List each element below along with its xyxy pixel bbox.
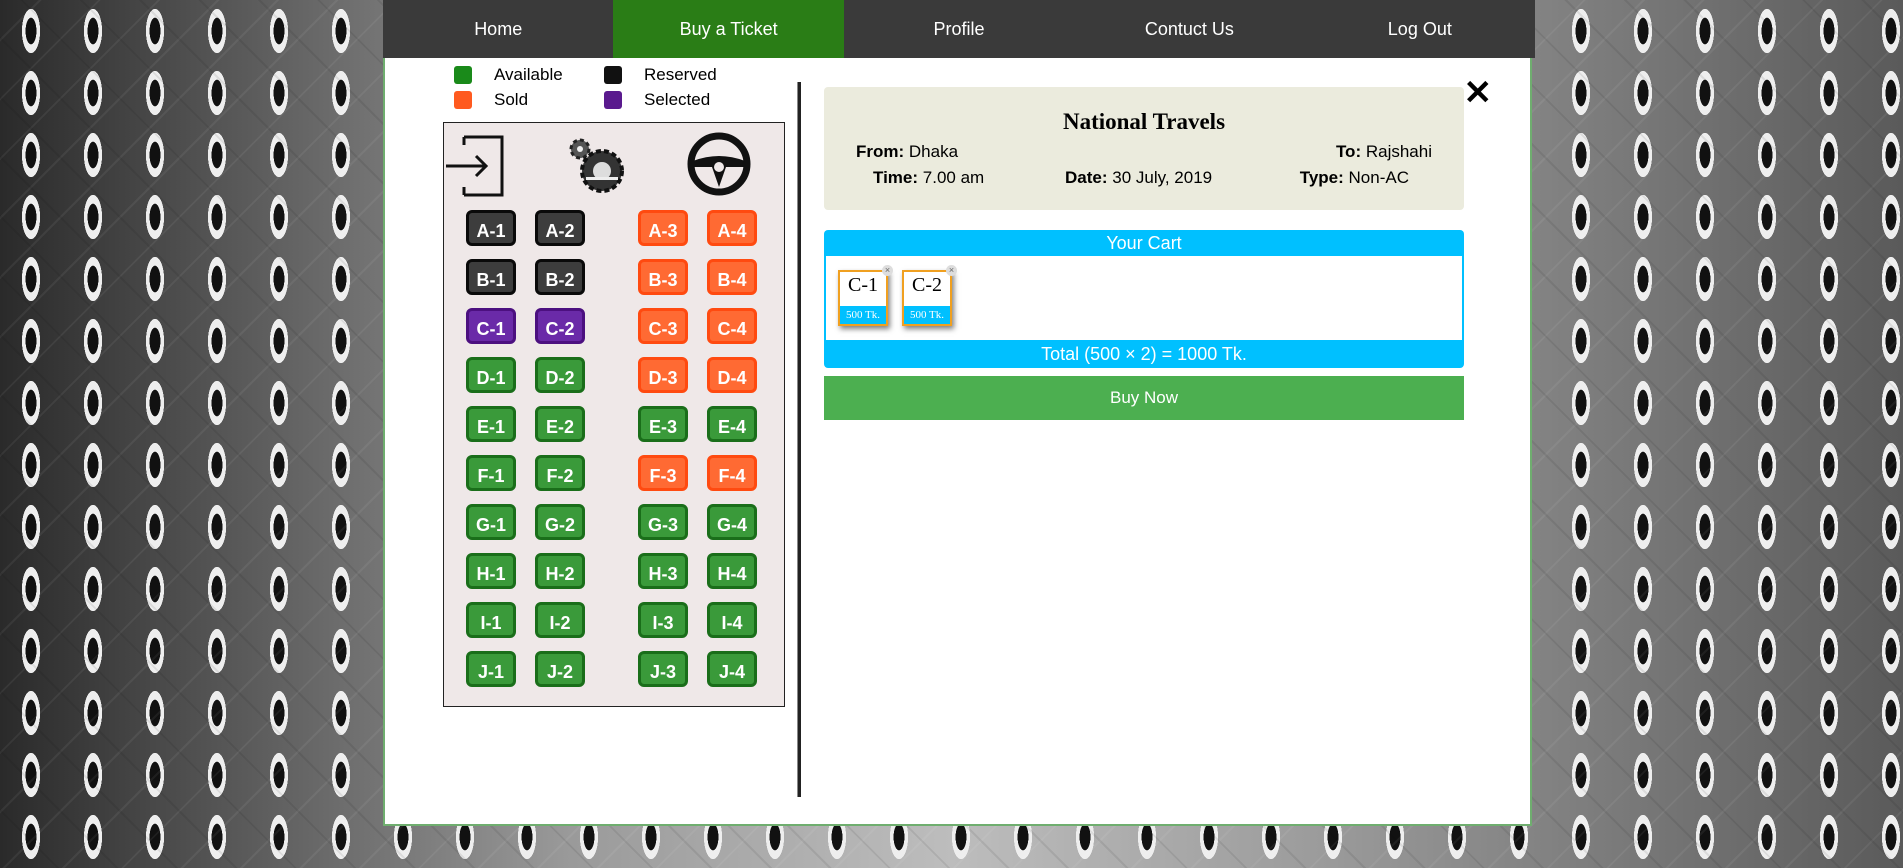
trip-type-value: Non-AC	[1348, 168, 1409, 187]
seat-c-2[interactable]: C-2	[535, 308, 585, 344]
legend-reserved-label: Reserved	[644, 64, 717, 84]
nav-profile[interactable]: Profile	[844, 0, 1074, 58]
cart: Your Cart C-1 500 Tk. × C-2 500 Tk. × To…	[824, 230, 1464, 368]
bus-front-icons	[444, 129, 784, 199]
legend-selected-swatch	[604, 90, 622, 109]
seat-a-2[interactable]: A-2	[535, 210, 585, 246]
legend-sold-label: Sold	[494, 89, 529, 109]
seat-j-2[interactable]: J-2	[535, 651, 585, 687]
cart-ticket-price: 500 Tk.	[904, 306, 950, 324]
seat-d-4[interactable]: D-4	[707, 357, 757, 393]
seat-j-4[interactable]: J-4	[707, 651, 757, 687]
seat-a-3[interactable]: A-3	[638, 210, 688, 246]
legend-selected-label: Selected	[644, 89, 711, 109]
trip-info: National Travels From: Dhaka To: Rajshah…	[824, 87, 1464, 210]
cart-ticket[interactable]: C-1 500 Tk. ×	[838, 265, 893, 326]
seat-b-2[interactable]: B-2	[535, 259, 585, 295]
trip-from-value: Dhaka	[908, 142, 959, 161]
cart-ticket-price: 500 Tk.	[840, 306, 886, 324]
seat-h-3[interactable]: H-3	[638, 553, 688, 589]
operator-title: National Travels	[1062, 109, 1226, 134]
trip-from: From: Dhaka	[856, 142, 959, 161]
engine-gear-icon	[569, 138, 624, 193]
trip-to: To: Rajshahi	[1335, 142, 1432, 161]
seat-c-3[interactable]: C-3	[638, 308, 688, 344]
seat-f-3[interactable]: F-3	[638, 455, 688, 491]
seat-g-2[interactable]: G-2	[535, 504, 585, 540]
seat-b-4[interactable]: B-4	[707, 259, 757, 295]
seat-h-1[interactable]: H-1	[466, 553, 516, 589]
buy-now-button[interactable]: Buy Now	[824, 376, 1464, 420]
seat-d-1[interactable]: D-1	[466, 357, 516, 393]
seat-e-3[interactable]: E-3	[638, 406, 688, 442]
cart-total: Total (500 × 2) = 1000 Tk.	[1041, 344, 1247, 364]
seat-e-2[interactable]: E-2	[535, 406, 585, 442]
cart-ticket-seat: C-2	[912, 274, 942, 296]
top-nav: Home Buy a Ticket Profile Contuct Us Log…	[383, 0, 1535, 58]
seat-e-1[interactable]: E-1	[466, 406, 516, 442]
door-enter-icon	[446, 135, 504, 197]
seat-map: A-1 A-2 A-3 A-4 B-1 B-2 B-3 B-4 C-1 C-2 C-3 C-4 D-1 D…	[443, 122, 785, 707]
trip-to-value: Rajshahi	[1365, 142, 1432, 161]
cart-items: C-1 500 Tk. × C-2 500 Tk. ×	[826, 256, 1462, 340]
trip-date-value: 30 July, 2019	[1112, 168, 1213, 187]
seat-h-4[interactable]: H-4	[707, 553, 757, 589]
seat-b-1[interactable]: B-1	[466, 259, 516, 295]
seat-i-1[interactable]: I-1	[466, 602, 516, 638]
trip-time-value: 7.00 am	[922, 168, 985, 187]
legend-sold-swatch	[454, 90, 472, 109]
seat-i-3[interactable]: I-3	[638, 602, 688, 638]
seat-e-4[interactable]: E-4	[707, 406, 757, 442]
legend-available-label: Available	[494, 64, 563, 84]
legend-available-swatch	[454, 65, 472, 84]
seat-f-2[interactable]: F-2	[535, 455, 585, 491]
seat-j-3[interactable]: J-3	[638, 651, 688, 687]
trip-type: Type: Non-AC	[1299, 168, 1409, 187]
panel-divider	[797, 82, 801, 797]
close-icon[interactable]: ✕	[1464, 76, 1493, 110]
remove-ticket-icon[interactable]: ×	[882, 265, 893, 276]
seat-f-1[interactable]: F-1	[466, 455, 516, 491]
seat-b-3[interactable]: B-3	[638, 259, 688, 295]
seat-g-1[interactable]: G-1	[466, 504, 516, 540]
nav-home[interactable]: Home	[383, 0, 613, 58]
legend-reserved-swatch	[604, 65, 622, 84]
nav-logout[interactable]: Log Out	[1305, 0, 1535, 58]
seat-f-4[interactable]: F-4	[707, 455, 757, 491]
seat-a-1[interactable]: A-1	[466, 210, 516, 246]
nav-contact[interactable]: Contuct Us	[1074, 0, 1304, 58]
trip-time: Time: 7.00 am	[873, 168, 985, 187]
seat-a-4[interactable]: A-4	[707, 210, 757, 246]
cart-title: Your Cart	[1106, 233, 1182, 253]
seat-g-3[interactable]: G-3	[638, 504, 688, 540]
seat-c-4[interactable]: C-4	[707, 308, 757, 344]
booking-modal: ✕ Available Reserved Sold Selected A-1 A…	[383, 58, 1532, 826]
seat-i-4[interactable]: I-4	[707, 602, 757, 638]
remove-ticket-icon[interactable]: ×	[946, 265, 957, 276]
steering-wheel-icon	[687, 132, 751, 196]
seat-i-2[interactable]: I-2	[535, 602, 585, 638]
trip-date: Date: 30 July, 2019	[1065, 168, 1213, 187]
seat-c-1[interactable]: C-1	[466, 308, 516, 344]
seat-legend: Available Reserved Sold Selected	[454, 62, 754, 112]
seat-h-2[interactable]: H-2	[535, 553, 585, 589]
seat-g-4[interactable]: G-4	[707, 504, 757, 540]
cart-ticket-seat: C-1	[848, 274, 878, 296]
seat-d-2[interactable]: D-2	[535, 357, 585, 393]
cart-ticket[interactable]: C-2 500 Tk. ×	[902, 265, 957, 326]
nav-buy-ticket[interactable]: Buy a Ticket	[613, 0, 844, 58]
seat-j-1[interactable]: J-1	[466, 651, 516, 687]
seat-d-3[interactable]: D-3	[638, 357, 688, 393]
